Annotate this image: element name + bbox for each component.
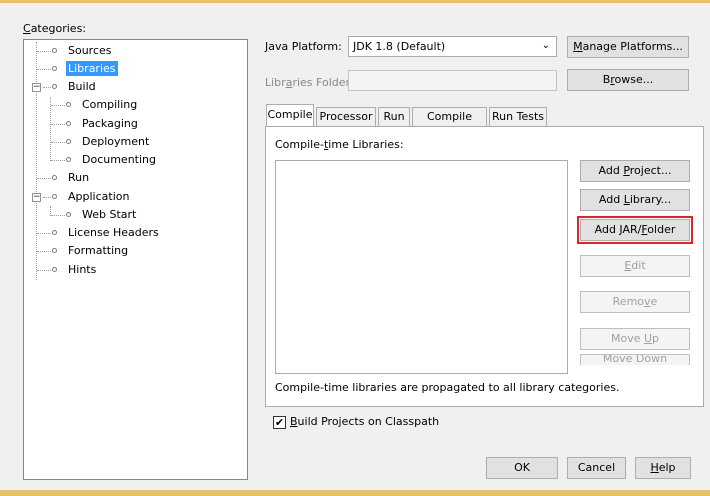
node-icon <box>52 230 57 235</box>
tab-compile[interactable]: Compile <box>266 104 314 127</box>
libraries-folder-label: Libraries Folder: <box>265 76 354 89</box>
edit-button[interactable]: Edit <box>580 255 690 277</box>
build-on-classpath-checkbox[interactable]: ✔ <box>273 416 286 429</box>
tree-item-label: License Headers <box>68 226 159 239</box>
node-icon <box>52 66 57 71</box>
node-icon <box>52 175 57 180</box>
move-down-button[interactable]: Move Down <box>580 354 690 365</box>
tree-item-label: Web Start <box>82 208 137 221</box>
libraries-folder-input[interactable] <box>348 70 557 91</box>
move-up-button[interactable]: Move Up <box>580 328 690 350</box>
tree-item-label: Build <box>68 80 96 93</box>
add-jar-folder-button[interactable]: Add JAR/Folder <box>577 216 693 244</box>
help-button[interactable]: Help <box>635 457 691 479</box>
categories-tree[interactable]: − − Sources Libraries Build Compiling Pa… <box>23 39 248 480</box>
tree-item-label: Packaging <box>82 117 138 130</box>
node-icon <box>66 102 71 107</box>
manage-platforms-button[interactable]: Manage Platforms... <box>567 36 689 58</box>
tree-item-label: Deployment <box>82 135 150 148</box>
window-bottom-edge <box>0 490 710 496</box>
remove-button[interactable]: Remove <box>580 291 690 313</box>
tree-item-label: Documenting <box>82 153 156 166</box>
cancel-button[interactable]: Cancel <box>567 457 626 479</box>
tree-item-label: Run <box>68 171 90 184</box>
node-icon <box>66 121 71 126</box>
tab-processor[interactable]: Processor <box>316 107 376 127</box>
ok-button[interactable]: OK <box>486 457 558 479</box>
build-on-classpath-label[interactable]: Build Projects on Classpath <box>290 415 439 428</box>
node-icon <box>52 48 57 53</box>
categories-label: Categories: <box>23 22 87 35</box>
compile-time-libraries-label: Compile-time Libraries: <box>275 138 404 151</box>
tree-guide-line <box>36 42 37 280</box>
tree-item-label: Hints <box>68 263 97 276</box>
java-platform-select[interactable]: JDK 1.8 (Default) ⌄ <box>348 36 557 57</box>
node-icon <box>52 248 57 253</box>
tree-item-label: Application <box>68 190 130 203</box>
node-icon <box>66 139 71 144</box>
tree-item-label: Libraries <box>66 61 118 76</box>
node-icon <box>66 157 71 162</box>
chevron-down-icon: ⌄ <box>541 40 550 51</box>
tree-item-label: Formatting <box>68 244 129 257</box>
java-platform-label: Java Platform: <box>265 40 342 53</box>
node-icon <box>52 267 57 272</box>
node-icon <box>52 194 57 199</box>
tree-item-label: Compiling <box>82 98 138 111</box>
compile-time-libraries-list[interactable] <box>275 160 568 374</box>
tab-run-tests[interactable]: Run Tests <box>489 107 547 127</box>
tree-item-label: Sources <box>68 44 112 57</box>
collapse-icon[interactable]: − <box>32 193 41 202</box>
add-library-button[interactable]: Add Library... <box>580 189 690 211</box>
window-top-edge <box>0 0 710 3</box>
node-icon <box>66 212 71 217</box>
tab-run[interactable]: Run <box>378 107 410 127</box>
tab-compile-tests[interactable]: Compile Tests <box>412 107 487 141</box>
tree-guide-line <box>50 97 51 161</box>
propagation-note: Compile-time libraries are propagated to… <box>275 381 620 394</box>
java-platform-value: JDK 1.8 (Default) <box>353 40 446 53</box>
node-icon <box>52 84 57 89</box>
add-project-button[interactable]: Add Project... <box>580 160 690 182</box>
browse-button[interactable]: Browse... <box>567 69 689 91</box>
collapse-icon[interactable]: − <box>32 83 41 92</box>
